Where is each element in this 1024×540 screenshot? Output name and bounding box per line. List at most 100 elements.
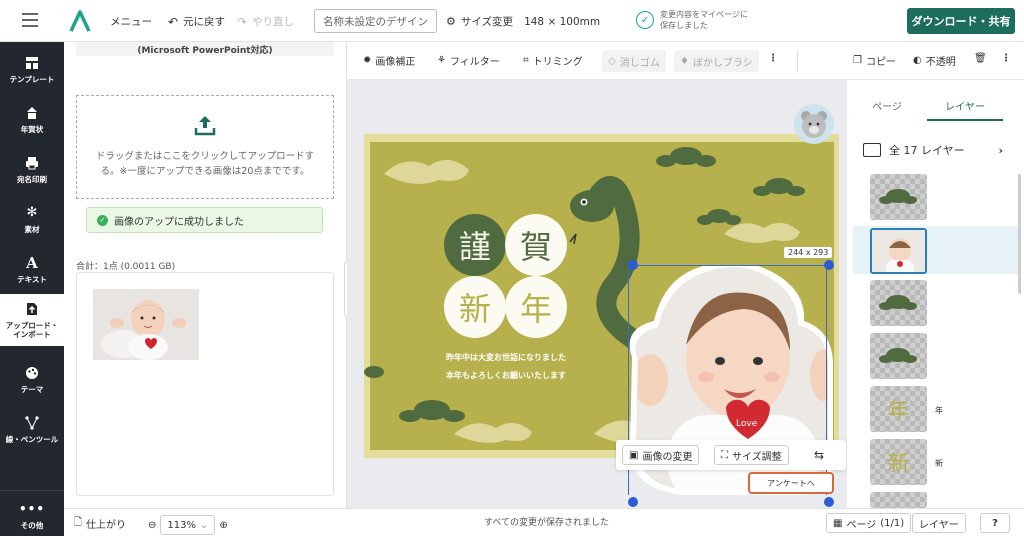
sidebar-item-template[interactable]: テンプレート [0, 44, 64, 94]
more-options-button[interactable]: ⋮ [1001, 53, 1011, 64]
layer-item[interactable]: 年 [870, 386, 927, 432]
total-count: 合計：1点 (0.0011 GB) [76, 262, 176, 272]
hamburger-icon[interactable] [22, 13, 38, 27]
change-image-button[interactable]: ▣ 画像の変更 [622, 445, 700, 465]
size-change-button[interactable]: ⚙ サイズ変更 148 × 100mm [446, 14, 600, 29]
sidebar-item-upload[interactable]: アップロード・インポート [0, 294, 64, 346]
filter-icon: ⚘ [437, 55, 446, 66]
object-toolbar: ❐ コピー ◐ 不透明 🗑 ⋮ [847, 42, 1024, 80]
layer-item[interactable] [870, 492, 927, 508]
survey-button[interactable]: アンケートへ [748, 472, 834, 494]
material-icon: ✻ [26, 204, 38, 220]
upload-icon [194, 114, 216, 139]
bottom-bar: 🗋 仕上がり ⊖ 113% ⌄ ⊕ すべての変更が保存されました ▦ ページ (1/1)… [64, 508, 1024, 536]
kanji-nen[interactable]: 年 [505, 276, 567, 338]
image-adjust-button[interactable]: ✹ 画像補正 [363, 53, 415, 68]
upload-instructions: ドラッグまたはここをクリックしてアップロードする。※一度にアップできる画像は20… [95, 151, 315, 178]
sidebar-item-material[interactable]: ✻ 素材 [0, 194, 64, 244]
layer-item[interactable] [870, 228, 927, 274]
help-button[interactable]: ? [980, 513, 1010, 533]
printer-icon [24, 155, 40, 171]
adjust-icon: ✹ [363, 55, 372, 66]
upload-dropzone[interactable]: ドラッグまたはここをクリックしてアップロードする。※一度にアップできる画像は20… [76, 95, 334, 199]
kanji-kin[interactable]: 謹 [444, 214, 506, 276]
design-canvas: 謹 賀 新 年 昨年中は大変お世話になりました 本年もよろしくお願いいたします [347, 80, 847, 508]
left-sidebar: テンプレート 年賀状 宛名印刷 ✻ 素材 A テキスト アップロード・インポート… [0, 42, 64, 536]
download-share-button[interactable]: ダウンロード・共有 [907, 8, 1015, 34]
chevron-down-icon: ⌄ [199, 519, 209, 531]
uploaded-image-thumbnail[interactable] [93, 289, 199, 360]
finish-preview-button[interactable]: 🗋 仕上がり [74, 515, 126, 532]
powerpoint-import-card[interactable]: (Microsoft PowerPoint対応) [76, 42, 334, 56]
palette-icon [24, 365, 40, 381]
layer-count-row[interactable]: 全 17 レイヤー › [863, 142, 1003, 158]
trash-icon: 🗑 [974, 53, 987, 64]
sidebar-item-text[interactable]: A テキスト [0, 244, 64, 294]
copy-button[interactable]: ❐ コピー [853, 53, 896, 68]
eraser-button[interactable]: ◇ 消しゴム [602, 50, 666, 72]
resize-handle[interactable] [824, 260, 834, 270]
sidebar-item-newyear[interactable]: 年賀状 [0, 94, 64, 144]
design-name-field[interactable]: 名称未設定のデザイン [314, 9, 437, 33]
check-circle-icon: ✓ [636, 11, 654, 30]
template-icon [24, 55, 40, 71]
text-icon: A [26, 253, 38, 272]
delete-button[interactable]: 🗑 [974, 53, 987, 64]
more-options-button[interactable]: ⋮ [768, 53, 778, 64]
tab-layer[interactable]: レイヤー [927, 98, 1003, 113]
tab-page[interactable]: ページ [847, 98, 927, 113]
layer-item[interactable] [870, 280, 927, 326]
redo-button[interactable]: ↷ やり直し [237, 14, 294, 29]
check-circle-icon: ✓ [97, 214, 108, 226]
layer-item[interactable] [870, 174, 927, 220]
layer-item[interactable] [870, 333, 927, 379]
gear-icon: ⚙ [446, 15, 456, 28]
resize-handle[interactable] [628, 497, 638, 507]
size-adjust-button[interactable]: ⛶ サイズ調整 [714, 445, 789, 465]
opacity-button[interactable]: ◐ 不透明 [913, 53, 956, 68]
zoom-select[interactable]: 113% ⌄ [160, 515, 216, 535]
success-message: ✓ 画像のアップに成功しました [86, 207, 323, 233]
redo-icon: ↷ [237, 14, 248, 29]
layer-label: 新 [935, 459, 943, 468]
greeting-line-1[interactable]: 昨年中は大変お世話になりました [446, 352, 566, 363]
page-button[interactable]: ▦ ページ (1/1) [826, 513, 912, 533]
greeting-line-2[interactable]: 本年もよろしくお願いいたします [446, 370, 566, 381]
bear-mascot[interactable] [794, 104, 834, 144]
zoom-out-icon[interactable]: ⊖ [148, 520, 156, 531]
save-status-text: すべての変更が保存されました [484, 518, 610, 528]
sidebar-item-address-print[interactable]: 宛名印刷 [0, 144, 64, 194]
trimming-button[interactable]: ⌗ トリミング [523, 53, 583, 68]
sidebar-item-pen-tool[interactable]: 線・ペンツール [0, 404, 64, 454]
swap-image-icon[interactable]: ⇆ [814, 448, 824, 462]
kanji-shin[interactable]: 新 [444, 276, 506, 338]
document-icon: 🗋 [74, 517, 83, 528]
layer-label: 年 [935, 406, 943, 415]
sidebar-item-more[interactable]: ••• その他 [0, 490, 64, 540]
scrollbar[interactable] [1018, 174, 1021, 294]
uploaded-images-list [76, 272, 334, 496]
menu-button[interactable]: メニュー [110, 14, 152, 29]
drop-icon: ♦ [680, 55, 689, 67]
image-icon: ▣ [629, 449, 639, 461]
layer-panel: ページ レイヤー 全 17 レイヤー › 年 年 新 新 [847, 80, 1024, 508]
book-icon: ▦ [833, 517, 843, 529]
zoom-in-icon[interactable]: ⊕ [219, 520, 227, 531]
more-icon: ••• [19, 501, 46, 516]
resize-handle[interactable] [824, 497, 834, 507]
resize-handle[interactable] [628, 260, 638, 270]
blur-brush-button[interactable]: ♦ ぼかしブラシ [674, 50, 759, 72]
undo-icon: ↶ [168, 14, 179, 29]
layer-item[interactable]: 新 [870, 439, 927, 485]
pen-tool-icon [24, 415, 40, 431]
photo-action-bar: ▣ 画像の変更 ⛶ サイズ調整 ⇆ [616, 440, 846, 470]
sidebar-item-theme[interactable]: テーマ [0, 354, 64, 404]
undo-button[interactable]: ↶ 元に戻す [168, 14, 225, 29]
app-logo[interactable] [68, 9, 92, 33]
layer-button[interactable]: レイヤー [912, 513, 966, 533]
opacity-icon: ◐ [913, 55, 922, 66]
chevron-right-icon: › [998, 143, 1003, 157]
filter-button[interactable]: ⚘ フィルター [437, 53, 500, 68]
kanji-ga[interactable]: 賀 [505, 214, 567, 276]
more-vertical-icon: ⋮ [1001, 53, 1011, 64]
